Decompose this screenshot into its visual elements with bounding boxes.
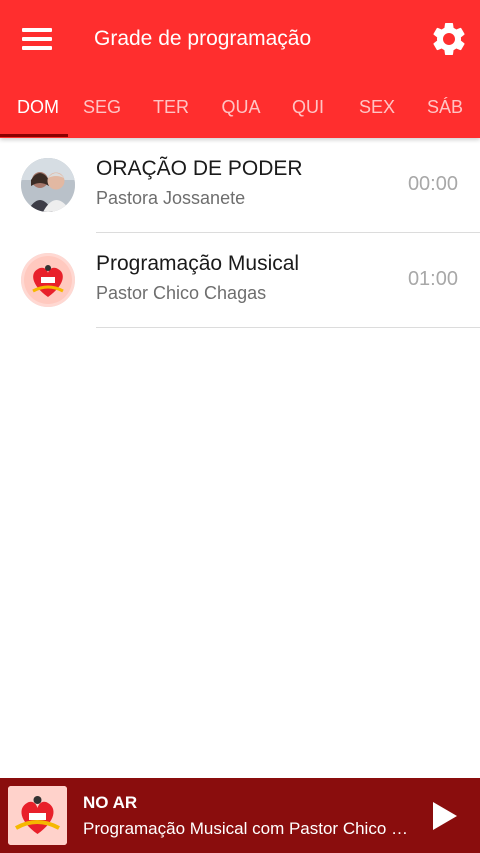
app-bar: Grade de programação DOM SEG TER QUA QUI… (0, 0, 480, 138)
menu-line (22, 37, 52, 41)
program-name: Programação Musical (96, 252, 300, 275)
tab-ter[interactable]: TER (137, 78, 205, 138)
schedule-item[interactable]: Programação Musical Pastor Chico Chagas … (0, 233, 480, 328)
play-icon[interactable] (426, 798, 462, 834)
schedule-item[interactable]: ORAÇÃO DE PODER Pastora Jossanete 00:00 (0, 138, 480, 233)
tab-indicator (0, 134, 68, 137)
tab-qua[interactable]: QUA (207, 78, 275, 138)
program-name: ORAÇÃO DE PODER (96, 157, 303, 180)
hamburger-menu-icon[interactable] (15, 22, 59, 56)
on-air-label: NO AR (83, 793, 138, 812)
tab-qui[interactable]: QUI (274, 78, 342, 138)
radio-heart-logo-avatar (21, 253, 75, 307)
app-screen: Grade de programação DOM SEG TER QUA QUI… (0, 0, 480, 853)
program-host: Pastor Chico Chagas (96, 283, 267, 303)
divider (96, 327, 480, 328)
toolbar: Grade de programação (0, 0, 480, 78)
page-title: Grade de programação (94, 27, 312, 50)
radio-heart-logo-thumbnail (8, 786, 67, 845)
gear-icon[interactable] (429, 19, 469, 59)
tab-seg[interactable]: SEG (68, 78, 136, 138)
program-time: 01:00 (407, 268, 458, 290)
program-time: 00:00 (407, 173, 458, 195)
day-tabs: DOM SEG TER QUA QUI SEX SÁB (0, 78, 480, 138)
menu-line (22, 28, 52, 32)
now-playing-bar[interactable]: NO AR Programação Musical com Pastor Chi… (0, 778, 480, 853)
menu-line (22, 46, 52, 50)
tab-sab[interactable]: SÁB (411, 78, 479, 138)
program-host: Pastora Jossanete (96, 188, 246, 208)
tab-sex[interactable]: SEX (343, 78, 411, 138)
tab-dom[interactable]: DOM (0, 78, 76, 138)
now-playing-title: Programação Musical com Pastor Chico Cha… (83, 819, 413, 838)
couple-photo-avatar (21, 158, 75, 212)
